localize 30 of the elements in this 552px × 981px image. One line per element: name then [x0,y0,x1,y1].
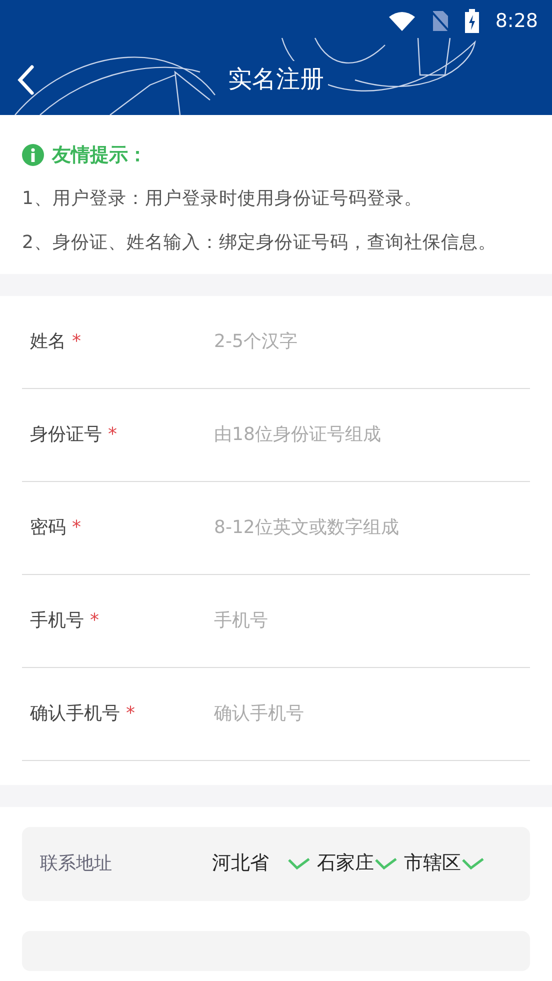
required-mark: * [108,424,117,445]
notice-text: 2、身份证、姓名输入：绑定身份证号码，查询社保信息。 [22,230,498,254]
field-label: 确认手机号 [30,703,120,724]
chevron-icon [374,856,398,870]
required-mark: * [90,610,99,631]
status-time: 8:28 [495,8,538,34]
chevron-icon [287,856,311,870]
input-field[interactable]: 确认手机号 [214,700,530,727]
notice-title: 友情提示： [52,143,147,168]
input-field[interactable]: 由18位身份证号组成 [214,421,530,448]
field-label: 手机号 [30,610,84,631]
region-select[interactable]: 市辖区 [404,849,485,878]
required-mark: * [126,703,135,724]
input-field[interactable]: 手机号 [214,607,530,634]
input-field[interactable]: 2-5个汉字 [214,328,530,355]
required-mark: * [72,517,81,538]
field-label: 身份证号 [30,424,102,445]
chevron-icon [461,856,485,870]
required-mark: * [72,331,81,352]
address-label: 联系地址 [40,852,113,876]
wifi-icon [389,11,416,31]
info-icon [22,144,44,166]
region-select[interactable]: 石家庄 [317,849,398,878]
notice-text: 1、用户登录：用户登录时使用身份证号码登录。 [22,186,424,210]
field-label: 密码 [30,517,66,538]
no-sim-icon [431,10,450,32]
region-select[interactable]: 河北省 [212,849,311,878]
input-field[interactable]: 8-12位英文或数字组成 [214,514,530,541]
battery-icon [465,9,480,33]
field-label: 姓名 [30,331,66,352]
